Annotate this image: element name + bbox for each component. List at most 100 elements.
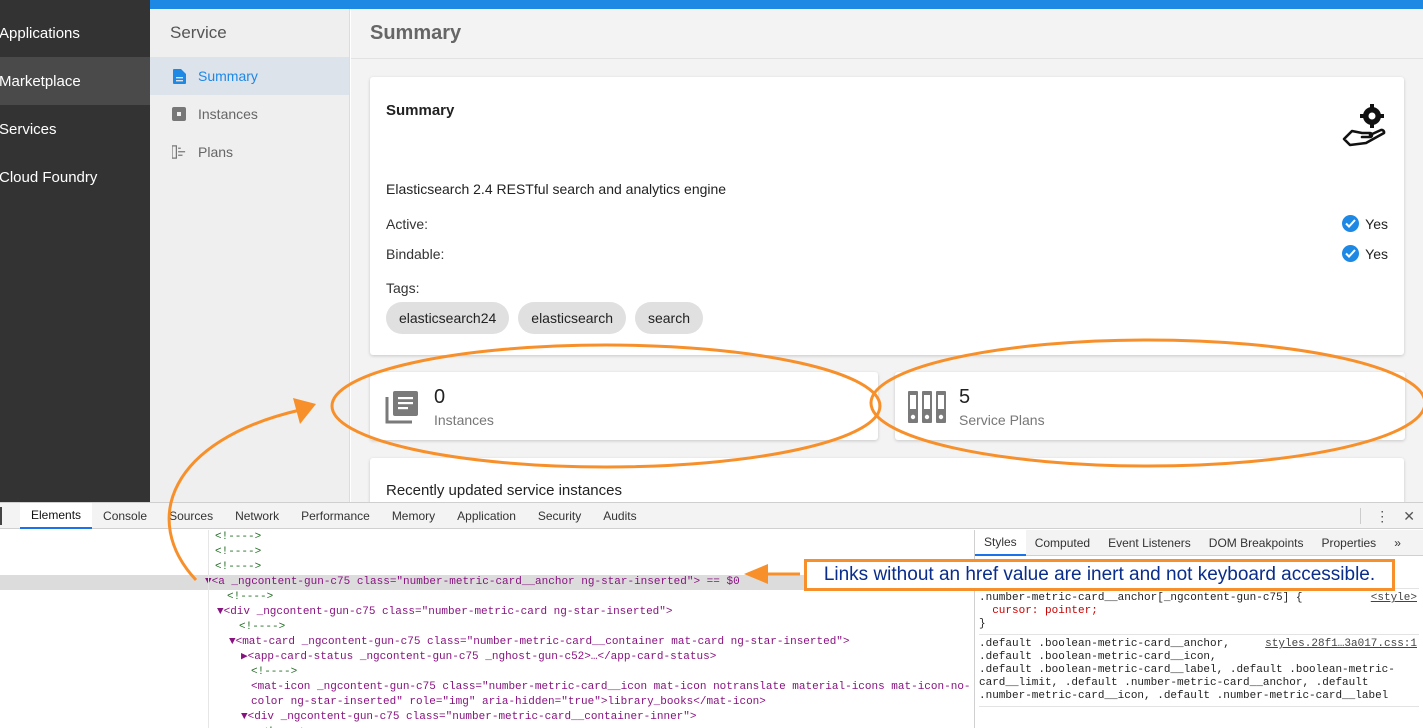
app-root: Applications Marketplace Services Cloud … [0, 0, 1423, 728]
check-circle-icon [1342, 245, 1360, 262]
document-icon [172, 68, 186, 84]
summary-card-title: Summary [386, 102, 455, 119]
dom-line[interactable]: ▼<mat-card _ngcontent-gun-c75 class="num… [0, 635, 974, 650]
tags-label: Tags: [386, 280, 420, 296]
styles-tab-styles[interactable]: Styles [975, 530, 1026, 556]
active-value: Yes [1342, 215, 1388, 232]
bindable-value: Yes [1342, 245, 1388, 262]
style-source-link[interactable]: styles.28f1…3a017.css:1 [1265, 638, 1417, 650]
styles-tab-properties[interactable]: Properties [1312, 530, 1385, 556]
devtools-tab-memory[interactable]: Memory [381, 503, 446, 529]
style-rule: .number-metric-card__anchor[_ngcontent-g… [979, 589, 1419, 635]
library-books-icon [384, 389, 420, 430]
active-row: Active: Yes [386, 215, 1388, 232]
style-rule-line: .number-metric-card__anchor[_ngcontent-g… [979, 592, 1303, 604]
service-sidenav: Service Summary Instances Plans [150, 9, 350, 502]
dom-line[interactable]: ▼<div _ngcontent-gun-c75 class="number-m… [0, 710, 974, 725]
style-rule-line: .number-metric-card__icon, .default .num… [979, 690, 1389, 702]
devtools-tab-performance[interactable]: Performance [290, 503, 381, 529]
dom-line[interactable]: <!----> [0, 545, 974, 560]
sidenav-item-label: Instances [198, 106, 258, 122]
instances-label: Instances [434, 412, 494, 428]
devtools-tab-console[interactable]: Console [92, 503, 158, 529]
devtools-tab-network[interactable]: Network [224, 503, 290, 529]
style-rule: .default .boolean-metric-card__anchor, .d… [979, 635, 1419, 707]
devtools-tab-audits[interactable]: Audits [592, 503, 647, 529]
recent-instances-title: Recently updated service instances [386, 482, 622, 499]
sidenav-title: Service [170, 23, 227, 42]
styles-tab-more[interactable]: » [1385, 530, 1410, 556]
tag-chip[interactable]: elasticsearch [518, 302, 626, 334]
service-plans-label: Service Plans [959, 412, 1045, 428]
devtools-tab-elements[interactable]: Elements [20, 502, 93, 529]
dom-gutter [208, 530, 209, 728]
sidenav-item-summary[interactable]: Summary [150, 57, 349, 95]
dom-line[interactable]: ▼<div _ngcontent-gun-c75 class="number-m… [0, 605, 974, 620]
styles-tab-computed[interactable]: Computed [1026, 530, 1099, 556]
summary-card: Summary Elasticsearch 2.4 RESTful search… [370, 77, 1404, 355]
close-icon[interactable]: ✕ [1403, 508, 1415, 525]
bindable-row: Bindable: Yes [386, 245, 1388, 262]
style-rule-line: } [979, 618, 986, 630]
check-circle-icon [1342, 215, 1360, 232]
top-accent-bar [150, 0, 1423, 9]
nav-item-applications[interactable]: Applications [0, 9, 150, 57]
sidenav-item-instances[interactable]: Instances [150, 95, 349, 133]
devtools-tab-application[interactable]: Application [446, 503, 527, 529]
active-value-text: Yes [1365, 215, 1388, 232]
devtools-panel: Elements Console Sources Network Perform… [0, 502, 1423, 728]
dom-line[interactable]: <!----> [0, 530, 974, 545]
instances-count: 0 [434, 386, 446, 408]
devtools-tab-sources[interactable]: Sources [158, 503, 224, 529]
sidenav-item-label: Summary [198, 68, 258, 84]
nav-item-services[interactable]: Services [0, 105, 150, 153]
nav-label: Services [0, 120, 57, 138]
page-title: Summary [351, 9, 1423, 59]
nav-item-marketplace[interactable]: Marketplace [0, 57, 150, 105]
devtools-tab-security[interactable]: Security [527, 503, 592, 529]
style-rule-line: cursor: pointer; [979, 605, 1098, 617]
nav-label: Marketplace [0, 72, 81, 90]
nav-label: Cloud Foundry [0, 168, 98, 186]
active-label: Active: [386, 215, 429, 232]
dom-line[interactable]: <mat-icon _ngcontent-gun-c75 class="numb… [0, 680, 974, 695]
sidenav-item-plans[interactable]: Plans [150, 133, 349, 171]
dom-line[interactable]: ▶<app-card-status _ngcontent-gun-c75 _ng… [0, 650, 974, 665]
plans-icon [172, 144, 186, 160]
primary-nav: Applications Marketplace Services Cloud … [0, 0, 150, 502]
dom-line[interactable]: <!----> [0, 665, 974, 680]
dock-side-icon[interactable] [0, 507, 2, 525]
styles-tabs: Styles Computed Event Listeners DOM Brea… [975, 530, 1423, 556]
tag-chip[interactable]: elasticsearch24 [386, 302, 510, 334]
dom-line[interactable]: color ng-star-inserted" role="img" aria-… [0, 695, 974, 710]
dom-line[interactable]: <!----> [0, 620, 974, 635]
recent-instances-card: Recently updated service instances [370, 458, 1404, 502]
main-content: Summary Summary Elasticsearch 2.4 RESTfu… [351, 9, 1423, 502]
style-rule-line: .default .boolean-metric-card__icon, [979, 651, 1217, 663]
service-plans-count: 5 [959, 386, 971, 408]
sidenav-item-label: Plans [198, 144, 234, 160]
style-source-link[interactable]: <style> [1371, 592, 1417, 604]
bindable-label: Bindable: [386, 245, 445, 262]
dom-line[interactable]: <!----> [0, 590, 974, 605]
service-hand-gear-icon [1340, 101, 1388, 154]
tag-chips: elasticsearch24 elasticsearch search [386, 302, 704, 334]
instances-metric-card[interactable]: 0 Instances [370, 372, 878, 440]
annotation-callout: Links without an href value are inert an… [804, 559, 1395, 591]
instance-icon [172, 106, 186, 122]
tag-chip[interactable]: search [634, 302, 704, 334]
service-plans-metric-card[interactable]: 5 Service Plans [895, 372, 1405, 440]
separator [1360, 508, 1362, 524]
styles-tab-event-listeners[interactable]: Event Listeners [1099, 530, 1200, 556]
style-rule-line: card__limit, .default .number-metric-car… [979, 677, 1369, 689]
service-plans-icon [907, 389, 947, 430]
bindable-value-text: Yes [1365, 245, 1388, 262]
style-rule-line: .default .boolean-metric-card__label, .d… [979, 664, 1395, 676]
devtools-tabs: Elements Console Sources Network Perform… [0, 502, 1423, 529]
nav-item-cloud-foundry[interactable]: Cloud Foundry [0, 153, 150, 201]
devtools-controls: ⋮ ✕ [1360, 503, 1423, 529]
styles-tab-dom-breakpoints[interactable]: DOM Breakpoints [1200, 530, 1313, 556]
nav-label: Applications [0, 24, 80, 42]
more-options-icon[interactable]: ⋮ [1375, 508, 1389, 525]
service-description: Elasticsearch 2.4 RESTful search and ana… [386, 181, 727, 197]
